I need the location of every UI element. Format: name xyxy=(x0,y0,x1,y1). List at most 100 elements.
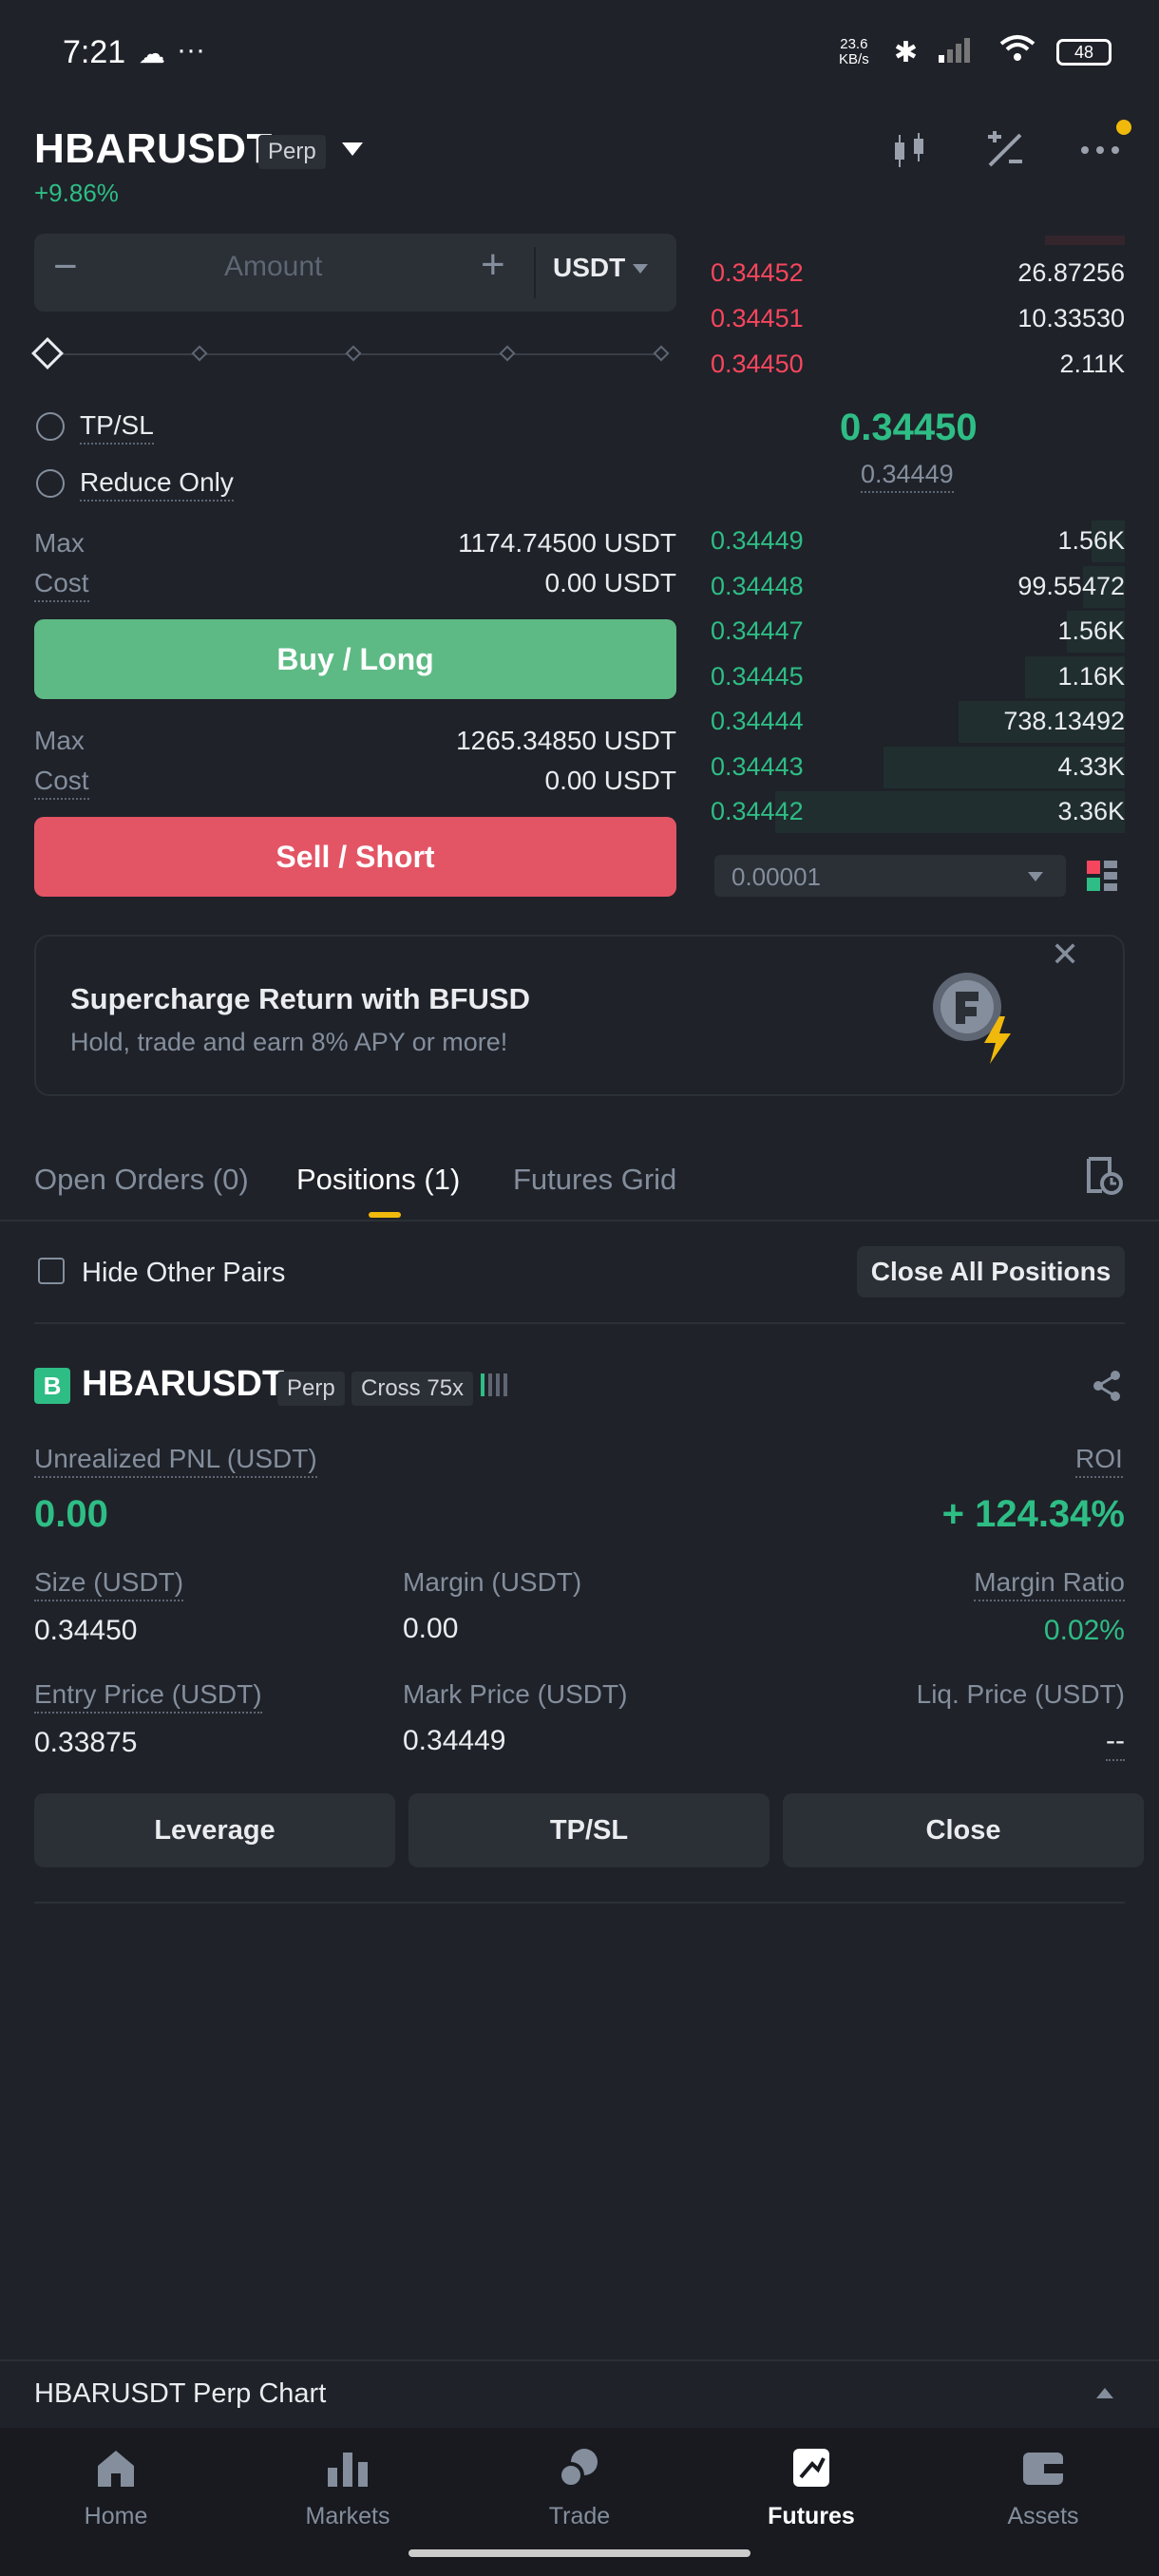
amount-unit-select[interactable]: USDT xyxy=(553,253,625,283)
size-value: 0.34450 xyxy=(34,1615,138,1646)
pair-title[interactable]: HBARUSDT xyxy=(34,125,273,173)
futures-icon xyxy=(695,2447,927,2493)
tick-size-dropdown-icon xyxy=(1028,872,1043,881)
slider-step-100[interactable] xyxy=(653,345,670,362)
slider-step-75[interactable] xyxy=(499,345,516,362)
buy-cost-label: Cost xyxy=(34,568,89,602)
cloud-icon: ☁ xyxy=(139,39,165,68)
sell-short-button[interactable]: Sell / Short xyxy=(34,817,676,897)
tpsl-button[interactable]: TP/SL xyxy=(408,1793,770,1867)
reduce-only-radio[interactable] xyxy=(36,469,65,498)
position-pair[interactable]: HBARUSDT xyxy=(82,1364,284,1405)
bid-qty: 1.56K xyxy=(1057,616,1125,645)
bid-price[interactable]: 0.34442 xyxy=(711,797,804,826)
roi-value: + 124.34% xyxy=(941,1493,1125,1535)
order-history-icon[interactable] xyxy=(1085,1157,1123,1200)
status-bar: 7:21 ☁ ··· 23.6 KB/s ✱ 48 xyxy=(0,0,1159,104)
buy-long-button[interactable]: Buy / Long xyxy=(34,619,676,699)
tab-futures-grid[interactable]: Futures Grid xyxy=(513,1163,676,1197)
bfusd-logo-icon xyxy=(929,969,1028,1072)
tpsl-radio[interactable] xyxy=(36,412,65,441)
amount-decrease-button[interactable]: − xyxy=(53,243,78,291)
share-icon[interactable] xyxy=(1091,1370,1123,1407)
bid-price[interactable]: 0.34448 xyxy=(711,572,804,601)
pair-dropdown-icon[interactable] xyxy=(342,142,363,156)
tick-size-value: 0.00001 xyxy=(732,862,821,891)
margin-ratio-label: Margin Ratio xyxy=(974,1567,1125,1601)
promo-banner[interactable]: Supercharge Return with BFUSD Hold, trad… xyxy=(34,935,1125,1096)
close-position-button[interactable]: Close xyxy=(783,1793,1144,1867)
mark-price: 0.34449 xyxy=(861,460,954,493)
chart-expand-icon[interactable] xyxy=(1096,2388,1113,2398)
active-tab-indicator xyxy=(369,1212,401,1218)
notification-dot xyxy=(1116,120,1131,135)
ask-depth-bar xyxy=(1045,236,1125,245)
bid-qty: 1.16K xyxy=(1057,661,1125,691)
bid-price[interactable]: 0.34443 xyxy=(711,752,804,782)
nav-markets[interactable]: Markets xyxy=(232,2447,464,2530)
liq-price-label: Liq. Price (USDT) xyxy=(916,1679,1125,1709)
entry-price-label: Entry Price (USDT) xyxy=(34,1679,262,1714)
tick-size-select[interactable]: 0.00001 xyxy=(714,855,1066,897)
home-icon xyxy=(0,2447,232,2493)
chart-drawer-label: HBARUSDT Perp Chart xyxy=(34,2378,327,2409)
nav-trade[interactable]: Trade xyxy=(464,2447,695,2530)
bid-price[interactable]: 0.34447 xyxy=(711,616,804,646)
close-promo-icon[interactable]: ✕ xyxy=(1051,935,1079,975)
tab-open-orders[interactable]: Open Orders (0) xyxy=(34,1163,249,1197)
more-menu-icon[interactable] xyxy=(1079,131,1121,179)
amount-input[interactable]: Amount xyxy=(224,251,322,283)
hide-other-pairs-label[interactable]: Hide Other Pairs xyxy=(82,1258,285,1289)
tpsl-label[interactable]: TP/SL xyxy=(80,410,154,445)
tab-divider xyxy=(0,1220,1159,1222)
ask-price[interactable]: 0.34452 xyxy=(711,258,804,288)
amount-increase-button[interactable]: + xyxy=(481,241,505,289)
nav-label: Markets xyxy=(305,2503,390,2529)
sell-cost-label: Cost xyxy=(34,766,89,800)
bid-price[interactable]: 0.34449 xyxy=(711,526,804,556)
slider-step-25[interactable] xyxy=(191,345,208,362)
nav-futures[interactable]: Futures xyxy=(695,2447,927,2530)
battery-icon: 48 xyxy=(1056,39,1112,66)
nav-label: Assets xyxy=(1007,2503,1079,2529)
amount-input-box[interactable]: − Amount + USDT xyxy=(34,234,676,312)
calculator-icon[interactable] xyxy=(984,131,1026,179)
header-actions xyxy=(889,131,1121,179)
slider-step-50[interactable] xyxy=(345,345,362,362)
ask-price[interactable]: 0.34450 xyxy=(711,350,804,379)
bid-price[interactable]: 0.34445 xyxy=(711,662,804,691)
ask-qty: 2.11K xyxy=(1059,350,1125,378)
margin-label: Margin (USDT) xyxy=(403,1567,582,1597)
margin-mode-tag[interactable]: Cross 75x xyxy=(352,1372,474,1406)
book-layout-icon[interactable] xyxy=(1087,861,1119,898)
leverage-button[interactable]: Leverage xyxy=(34,1793,395,1867)
bid-qty: 1.56K xyxy=(1057,526,1125,555)
position-divider xyxy=(34,1902,1125,1904)
entry-price-value: 0.33875 xyxy=(34,1727,138,1758)
net-speed: 23.6 KB/s xyxy=(839,36,869,67)
hide-other-pairs-checkbox[interactable] xyxy=(38,1258,65,1284)
trade-icon xyxy=(464,2447,695,2493)
bid-price[interactable]: 0.34444 xyxy=(711,707,804,736)
amount-slider-handle[interactable] xyxy=(31,337,64,369)
perp-tag: Perp xyxy=(258,135,326,169)
buy-max-label: Max xyxy=(34,528,85,558)
bid-qty: 4.33K xyxy=(1057,751,1125,781)
tab-positions[interactable]: Positions (1) xyxy=(296,1163,460,1197)
unit-dropdown-icon[interactable] xyxy=(633,264,648,274)
signal-icon xyxy=(939,34,978,70)
promo-subtitle: Hold, trade and earn 8% APY or more! xyxy=(70,1028,508,1056)
position-type-tag: Perp xyxy=(277,1372,345,1406)
nav-assets[interactable]: Assets xyxy=(927,2447,1159,2530)
wifi-icon xyxy=(999,34,1036,70)
candlestick-chart-icon[interactable] xyxy=(889,131,931,179)
last-price[interactable]: 0.34450 xyxy=(840,407,978,449)
chart-drawer-bar[interactable]: HBARUSDT Perp Chart xyxy=(0,2359,1159,2426)
reduce-only-label[interactable]: Reduce Only xyxy=(80,467,234,502)
amount-divider xyxy=(534,247,536,298)
ask-price[interactable]: 0.34451 xyxy=(711,304,804,333)
roi-label: ROI xyxy=(1075,1444,1123,1478)
side-badge: B xyxy=(34,1368,70,1404)
close-all-positions-button[interactable]: Close All Positions xyxy=(857,1246,1125,1297)
nav-home[interactable]: Home xyxy=(0,2447,232,2530)
